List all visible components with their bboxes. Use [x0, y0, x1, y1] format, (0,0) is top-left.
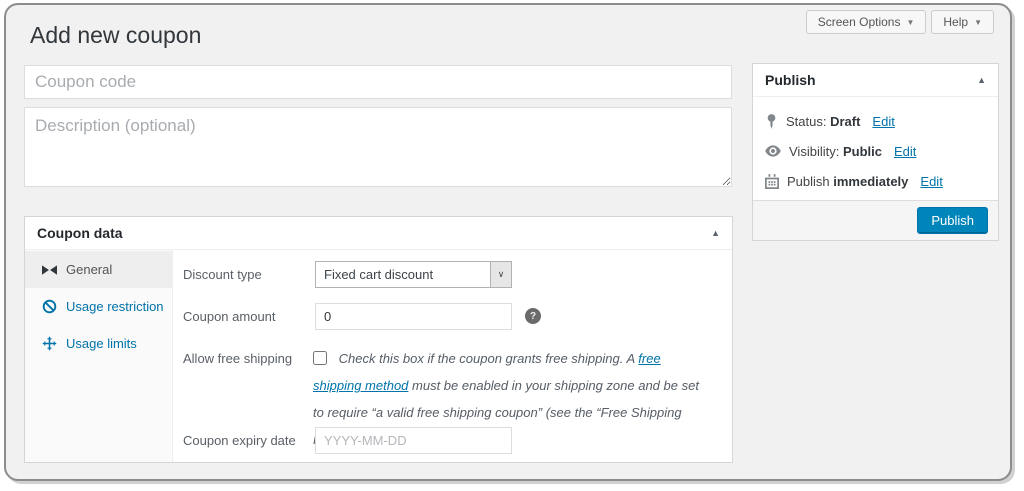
visibility-value: Public	[843, 144, 882, 159]
edit-schedule-link[interactable]: Edit	[920, 174, 942, 189]
publish-title: Publish	[765, 72, 816, 88]
tab-general[interactable]: General	[25, 251, 172, 288]
coupon-amount-input[interactable]	[315, 303, 512, 330]
coupon-data-panel: Coupon data ▲ General Usage restriction	[24, 216, 733, 463]
visibility-text: Visibility: Public	[789, 144, 882, 159]
edit-visibility-link[interactable]: Edit	[894, 144, 916, 159]
bowtie-icon	[42, 265, 57, 275]
admin-page-frame: Screen Options ▼ Help ▼ Add new coupon C…	[4, 3, 1012, 481]
expiry-date-input[interactable]	[315, 427, 512, 454]
edit-status-link[interactable]: Edit	[872, 114, 894, 129]
free-shipping-text-before: Check this box if the coupon grants free…	[339, 351, 639, 366]
schedule-text: Publish immediately	[787, 174, 908, 189]
discount-type-select[interactable]: Fixed cart discount ∨	[315, 261, 512, 288]
coupon-code-input[interactable]	[24, 65, 732, 99]
tab-usage-restriction[interactable]: Usage restriction	[25, 288, 172, 325]
discount-type-label: Discount type	[183, 267, 262, 282]
select-dropdown-icon: ∨	[490, 262, 511, 287]
free-shipping-checkbox[interactable]	[313, 351, 327, 365]
plus-cross-icon	[42, 336, 57, 351]
screen-options-label: Screen Options	[818, 15, 901, 29]
status-row: Status: Draft Edit	[765, 106, 986, 136]
publish-rows: Status: Draft Edit Visibility: Public Ed…	[753, 97, 998, 196]
coupon-data-body: General Usage restriction Usage limits D…	[25, 250, 732, 462]
calendar-icon	[765, 174, 779, 189]
tab-general-label: General	[66, 262, 112, 277]
screen-meta-links: Screen Options ▼ Help ▼	[806, 10, 994, 34]
schedule-value: immediately	[833, 174, 908, 189]
collapse-arrow-icon[interactable]: ▲	[711, 229, 720, 238]
publish-button[interactable]: Publish	[917, 207, 988, 234]
no-entry-icon	[42, 299, 57, 314]
schedule-row: Publish immediately Edit	[765, 166, 986, 196]
free-shipping-label: Allow free shipping	[183, 351, 292, 366]
coupon-amount-label: Coupon amount	[183, 309, 276, 324]
publish-panel: Publish ▲ Status: Draft Edit Visibility:…	[752, 63, 999, 241]
coupon-data-fields: Discount type Fixed cart discount ∨ Coup…	[173, 250, 732, 462]
coupon-data-header: Coupon data ▲	[25, 217, 732, 250]
tab-usage-limits[interactable]: Usage limits	[25, 325, 172, 362]
tab-usage-restriction-label: Usage restriction	[66, 299, 164, 314]
collapse-arrow-icon[interactable]: ▲	[977, 76, 986, 85]
chevron-down-icon: ▼	[906, 18, 914, 27]
help-button[interactable]: Help ▼	[931, 10, 994, 34]
status-text: Status: Draft	[786, 114, 860, 129]
pin-icon	[765, 114, 778, 129]
chevron-down-icon: ▼	[974, 18, 982, 27]
status-value: Draft	[830, 114, 860, 129]
help-tip-icon[interactable]: ?	[525, 308, 541, 324]
coupon-data-tabs: General Usage restriction Usage limits	[25, 250, 173, 462]
tab-usage-limits-label: Usage limits	[66, 336, 137, 351]
publish-footer: Publish	[753, 200, 998, 240]
description-textarea[interactable]	[24, 107, 732, 187]
discount-type-value: Fixed cart discount	[316, 267, 490, 282]
coupon-data-title: Coupon data	[37, 225, 123, 241]
visibility-row: Visibility: Public Edit	[765, 136, 986, 166]
publish-header: Publish ▲	[753, 64, 998, 97]
help-label: Help	[943, 15, 968, 29]
eye-icon	[765, 145, 781, 157]
screen-options-button[interactable]: Screen Options ▼	[806, 10, 927, 34]
expiry-date-label: Coupon expiry date	[183, 433, 296, 448]
page-title: Add new coupon	[30, 22, 201, 49]
